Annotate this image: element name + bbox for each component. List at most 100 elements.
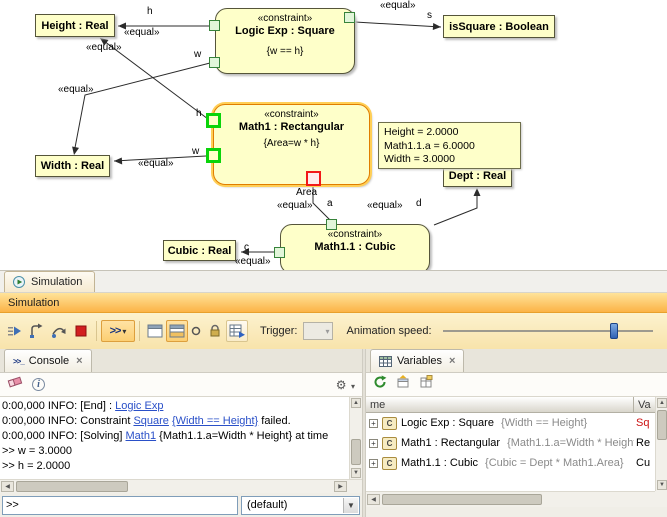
console-settings-button[interactable]: ⚙ ▾ [336,376,355,394]
console-hscrollbar[interactable]: ◀ ▶ [0,479,362,493]
port-math1-w[interactable] [206,148,221,163]
clear-console-button[interactable] [7,375,23,394]
export-button[interactable] [396,375,410,394]
step-over-button[interactable] [48,320,70,342]
row-value: Sq [634,417,655,429]
show-console-window-button[interactable] [166,320,188,342]
slider-track [443,330,654,332]
block-cubic[interactable]: Cubic : Real [163,240,236,261]
step-into-icon [29,323,45,339]
console-output[interactable]: 0:00,000 INFO: [End] : Logic Exp 0:00,00… [0,397,362,479]
panel-tab-bar: Simulation [0,271,667,293]
info-icon[interactable]: i [32,378,45,391]
equal-label: «equal» [380,0,416,11]
columns-button[interactable] [419,375,433,394]
scroll-down-button[interactable]: ▼ [657,480,667,490]
stop-icon [73,323,89,339]
console-line: 0:00,000 INFO: Constraint Square {Width … [2,414,347,429]
chevron-down-icon: ▾ [122,327,126,336]
scroll-up-button[interactable]: ▲ [351,398,361,408]
run-button[interactable] [4,320,26,342]
console-link-square[interactable]: Square [133,415,168,427]
toolbar-separator [139,321,140,341]
constraint-math1[interactable]: «constraint» Math1 : Rectangular {Area=w… [213,104,370,185]
block-issquare[interactable]: isSquare : Boolean [443,15,555,38]
terminate-button[interactable] [70,320,92,342]
port-logic-exp-s[interactable] [344,12,355,23]
constraint-property-icon: C [382,437,397,450]
scroll-left-button[interactable]: ◀ [1,481,14,492]
expand-toggle[interactable]: + [369,419,378,428]
scroll-down-button[interactable]: ▼ [351,468,361,478]
tab-simulation[interactable]: Simulation [4,271,95,292]
console-mode-button[interactable]: >> ▾ [101,320,135,342]
table-row[interactable]: + C Logic Exp : Square {Width == Height}… [366,413,655,433]
chevron-down-icon: ▾ [351,382,355,391]
constraint-logic-exp[interactable]: «constraint» Logic Exp : Square {w == h} [215,8,355,74]
show-ui-window-button[interactable] [144,320,166,342]
table-row[interactable]: + C Math1.1 : Cubic {Cubic = Dept * Math… [366,453,655,473]
column-header-value[interactable]: Va [634,397,655,412]
constraint-property-icon: C [382,417,397,430]
expand-toggle[interactable]: + [369,459,378,468]
console-link-constraint[interactable]: {Width == Height} [172,415,258,427]
tab-variables[interactable]: Variables × [370,349,464,372]
export-icon [396,375,410,389]
scroll-thumb[interactable] [16,481,128,492]
scroll-thumb[interactable] [382,494,542,505]
pin-label-h2: h [196,108,202,119]
port-logic-exp-h[interactable] [209,20,220,31]
port-math1-area[interactable] [306,171,321,186]
block-width[interactable]: Width : Real [35,155,110,177]
pin-label-h: h [147,6,153,17]
variables-hscrollbar[interactable]: ◀ [366,491,655,507]
pin-label-w2: w [192,146,199,157]
step-into-button[interactable] [26,320,48,342]
tab-console[interactable]: >>_ Console × [4,349,92,372]
row-value: Re [634,437,655,449]
lock-button[interactable] [204,320,226,342]
constraint-math1-1[interactable]: «constraint» Math1.1 : Cubic [280,224,430,270]
constraint-property-icon: C [382,457,397,470]
variables-vscrollbar[interactable]: ▲ ▼ [655,397,667,491]
scroll-right-button[interactable]: ▶ [334,481,347,492]
equal-label: «equal» [86,42,122,53]
port-math1-1-c[interactable] [274,247,285,258]
slider-handle[interactable] [610,323,618,339]
port-math1-1-a[interactable] [326,219,337,230]
console-link-math1[interactable]: Math1 [126,430,157,442]
console-vscrollbar[interactable]: ▲ ▼ [349,397,362,479]
console-line: >> h = 2.0000 [2,459,347,474]
simulation-toolbar: >> ▾ Trigger: ▾ Animation speed: [0,313,667,349]
breakpoint-toggle[interactable] [188,320,204,342]
close-icon[interactable]: × [449,355,455,367]
scroll-thumb[interactable] [351,439,361,465]
scroll-left-button[interactable]: ◀ [367,494,380,505]
lock-icon [208,324,222,338]
console-link-logic-exp[interactable]: Logic Exp [115,400,163,412]
block-height[interactable]: Height : Real [35,14,115,37]
column-header-name[interactable]: me [366,397,634,412]
refresh-button[interactable] [373,375,387,394]
table-row[interactable]: + C Math1 : Rectangular {Math1.1.a=Width… [366,433,655,453]
variables-tab-bar: Variables × [366,349,667,373]
port-math1-h[interactable] [206,113,221,128]
port-logic-exp-w[interactable] [209,57,220,68]
context-dropdown[interactable]: (default) ▼ [241,496,360,515]
export-table-button[interactable] [226,320,248,342]
scroll-up-button[interactable]: ▲ [657,398,667,408]
row-constraint: {Width == Height} [501,417,587,429]
refresh-icon [373,375,387,389]
window-icon [147,324,163,338]
row-name: Math1 : Rectangular [401,437,500,449]
runtime-value: Math1.1.a = 6.0000 [384,140,520,154]
close-icon[interactable]: × [76,355,82,367]
expand-toggle[interactable]: + [369,439,378,448]
trigger-dropdown[interactable]: ▾ [303,322,333,340]
row-name: Math1.1 : Cubic [401,457,478,469]
scroll-thumb[interactable] [657,410,667,440]
console-input[interactable] [2,496,238,515]
row-constraint: {Math1.1.a=Width * Height} [507,437,634,449]
gear-icon: ⚙ [336,378,347,392]
animation-speed-slider[interactable] [443,319,656,343]
